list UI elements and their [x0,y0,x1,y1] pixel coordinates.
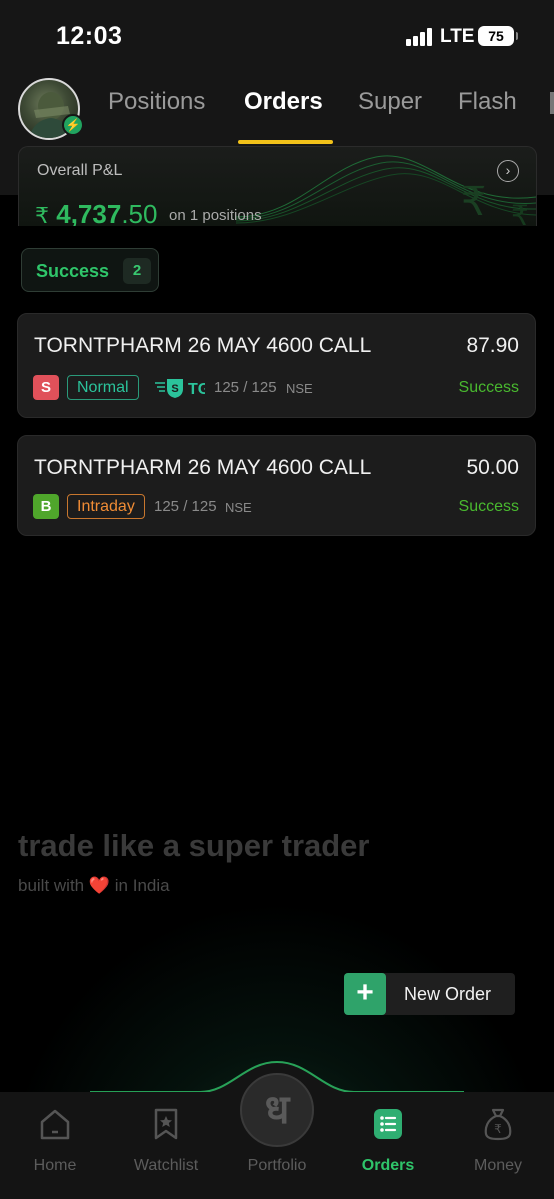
order-type-badge: Intraday [67,494,145,519]
order-price: 87.90 [466,334,519,357]
tab-positions[interactable]: Positions [108,88,205,116]
tab-orders[interactable]: Orders [244,88,323,116]
nav-orders[interactable]: Orders [343,1106,433,1186]
order-instrument: TORNTPHARM 26 MAY 4600 CALL [34,456,372,479]
tab-flash[interactable]: Flash [458,88,517,116]
tg-badge-letter: S [171,383,178,395]
tab-super[interactable]: Super [358,88,422,116]
pnl-value-whole: 4,737 [56,199,122,226]
order-card[interactable]: TORNTPHARM 26 MAY 4600 CALL 50.00 B Intr… [17,435,536,536]
filter-chip-count: 2 [123,258,151,284]
battery-icon: 75 [478,26,518,46]
pnl-subtitle: on 1 positions [169,207,262,224]
order-type-badge: Normal [67,375,139,400]
nav-label: Portfolio [247,1157,307,1174]
order-card[interactable]: TORNTPHARM 26 MAY 4600 CALL 87.90 S Norm… [17,313,536,418]
order-exchange: NSE [286,381,313,396]
pnl-label: Overall P&L [37,162,123,179]
nav-label: Home [33,1157,77,1174]
svg-text:₹: ₹ [461,180,486,224]
tab-underline [238,140,333,144]
money-bag-icon: ₹ [484,1108,512,1141]
order-instrument: TORNTPHARM 26 MAY 4600 CALL [34,334,372,357]
filter-chip-success[interactable]: Success 2 [21,248,159,292]
status-time: 12:03 [56,22,123,50]
tagline-suffix: in India [114,876,170,895]
order-quantity: 125 / 125 [214,379,277,396]
order-status: Success [458,498,519,515]
orders-list-icon [374,1109,402,1139]
lightning-icon: ⚡ [62,114,84,136]
chevron-right-icon[interactable]: › [497,160,519,182]
pnl-card[interactable]: ₹ ₹ Overall P&L › ₹ 4,737.50 on 1 positi… [18,146,537,226]
new-order-button[interactable]: + New Order [344,973,515,1015]
sell-badge: S [33,375,59,400]
network-type: LTE [440,26,475,47]
nav-watchlist[interactable]: Watchlist [121,1106,211,1186]
home-icon [40,1109,70,1140]
pnl-value: ₹ 4,737.50 [35,199,157,226]
order-exchange: NSE [225,500,252,515]
nav-portfolio[interactable]: Portfolio [232,1106,322,1186]
svg-text:₹: ₹ [511,200,529,226]
tg-shield-icon: S TG [155,379,205,398]
heart-icon: ❤️ [88,876,111,895]
tagline-title: trade like a super trader [18,828,370,863]
order-quantity: 125 / 125 [154,498,217,515]
nav-label: Orders [361,1157,415,1174]
status-bar: 12:03 LTE 75 [0,0,554,70]
new-order-label: New Order [404,984,492,1004]
nav-label: Watchlist [133,1157,199,1174]
tagline-subtitle: built with ❤️ in India [18,876,170,896]
buy-badge: B [33,494,59,519]
order-status: Success [458,379,519,396]
plus-icon: + [344,973,386,1015]
signal-icon [406,28,434,46]
bookmark-star-icon [154,1108,178,1140]
tagline-prefix: built with [18,876,85,895]
nav-home[interactable]: Home [10,1106,100,1186]
pnl-waves-decoration: ₹ ₹ [236,155,536,226]
nav-label: Money [473,1157,523,1174]
pnl-value-decimal: .50 [121,199,158,226]
filter-chip-label: Success [36,261,110,281]
tab-overflow-hint [550,92,554,114]
rupee-symbol: ₹ [35,203,49,226]
tg-label: TG [188,381,205,398]
order-price: 50.00 [466,456,519,479]
nav-money[interactable]: ₹ Money [453,1106,543,1186]
svg-text:₹: ₹ [494,1122,502,1136]
